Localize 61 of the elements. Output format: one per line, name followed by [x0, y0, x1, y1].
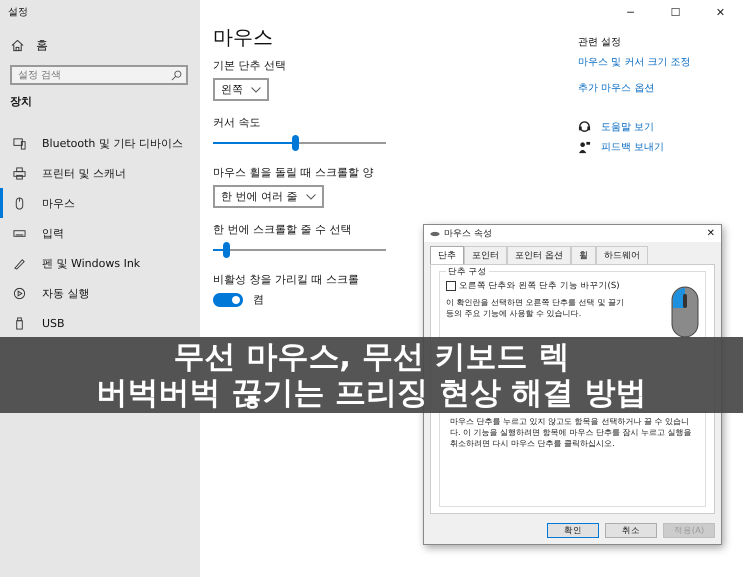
checkbox-label: 오른쪽 단추와 왼쪽 단추 기능 바꾸기(S)	[459, 280, 620, 292]
search-icon	[171, 70, 182, 81]
toggle-switch[interactable]	[213, 292, 243, 306]
headset-icon	[578, 120, 591, 134]
setting-label: 커서 속도	[213, 115, 260, 130]
window-control-button[interactable]: ─	[608, 6, 653, 18]
slider-thumb[interactable]	[222, 242, 230, 258]
person-icon	[578, 140, 591, 154]
setting-label: 한 번에 스크롤할 줄 수 선택	[213, 222, 352, 237]
description-text: 이 확인란을 선택하면 오른쪽 단추를 선택 및 끌기 등의 주요 기능에 사용할 수 있습니다.	[446, 298, 625, 320]
slider-thumb[interactable]	[292, 135, 300, 151]
slider[interactable]	[213, 242, 386, 258]
dialog-title: 마우스 속성	[444, 228, 493, 240]
search-field[interactable]: 설정 검색	[10, 65, 188, 85]
banner-text: 무선 마우스, 무선 키보드 렉	[174, 339, 570, 375]
dialog-tab[interactable]: 단추	[430, 246, 464, 264]
banner-text: 버벅버벅 끊기는 프리징 현상 해결 방법	[96, 375, 646, 411]
sidebar-item[interactable]: USB	[0, 308, 200, 338]
dialog-tab[interactable]: 휠	[570, 246, 596, 264]
sidebar-item[interactable]: 펜 및 Windows Ink	[0, 248, 200, 278]
help-link[interactable]: 피드백 보내기	[601, 140, 664, 154]
dialog-button[interactable]: 취소	[605, 523, 657, 538]
sidebar-item[interactable]: 입력	[0, 218, 200, 248]
dialog-tab[interactable]: 하드웨어	[596, 246, 648, 264]
toggle-state: 켬	[253, 292, 264, 307]
sidebar-item[interactable]: 자동 실행	[0, 278, 200, 308]
description-text: 마우스 단추를 누르고 있지 않고도 항목을 선택하거나 끌 수 있습니다. 이 기능을 실행하려면 항목에 마우스 단추를 잠시 누르고 실행을 취소하려면 다시 마우스 단추를 클릭하십시오.	[450, 416, 692, 450]
pen-icon	[13, 256, 26, 270]
mouse-icon	[430, 230, 440, 236]
window-control-button[interactable]: ✕	[698, 6, 743, 18]
play-icon	[13, 286, 26, 300]
sidebar-item[interactable]: Bluetooth 및 기타 디바이스	[0, 128, 200, 158]
checkbox[interactable]	[446, 281, 456, 291]
chevron-down-icon	[306, 194, 316, 200]
dropdown[interactable]: 왼쪽	[213, 78, 269, 101]
dialog-button[interactable]: 확인	[547, 523, 599, 538]
window-control-button[interactable]: ☐	[653, 6, 698, 18]
home-icon	[11, 38, 24, 52]
slider[interactable]	[213, 135, 386, 151]
chevron-down-icon	[251, 86, 261, 92]
section-heading: 장치	[9, 94, 33, 110]
printer-icon	[13, 166, 26, 180]
dialog-tab[interactable]: 포인터	[464, 246, 507, 264]
window-title: 설정	[7, 6, 29, 20]
related-link[interactable]: 마우스 및 커서 크기 조정	[578, 55, 691, 69]
setting-label: 비활성 창을 가리킬 때 스크롤	[213, 272, 359, 287]
close-button[interactable]: ✕	[706, 228, 715, 239]
related-link[interactable]: 추가 마우스 옵션	[578, 81, 691, 95]
devices-icon	[13, 136, 26, 150]
group-title: 단추 구성	[446, 266, 489, 278]
mouse-icon	[13, 196, 26, 210]
setting-label: 마우스 휠을 돌릴 때 스크롤할 양	[213, 165, 374, 180]
page-title: 마우스	[213, 24, 274, 51]
help-link[interactable]: 도움말 보기	[601, 120, 654, 134]
setting-label: 기본 단추 선택	[213, 58, 286, 73]
dialog-tab[interactable]: 포인터 옵션	[507, 246, 571, 264]
related-heading: 관련 설정	[578, 36, 622, 49]
sidebar-item[interactable]: 프린터 및 스캐너	[0, 158, 200, 188]
sidebar-item[interactable]: 마우스	[0, 188, 200, 218]
home-link[interactable]: 홈	[0, 35, 200, 55]
dropdown[interactable]: 한 번에 여러 줄	[213, 185, 324, 208]
